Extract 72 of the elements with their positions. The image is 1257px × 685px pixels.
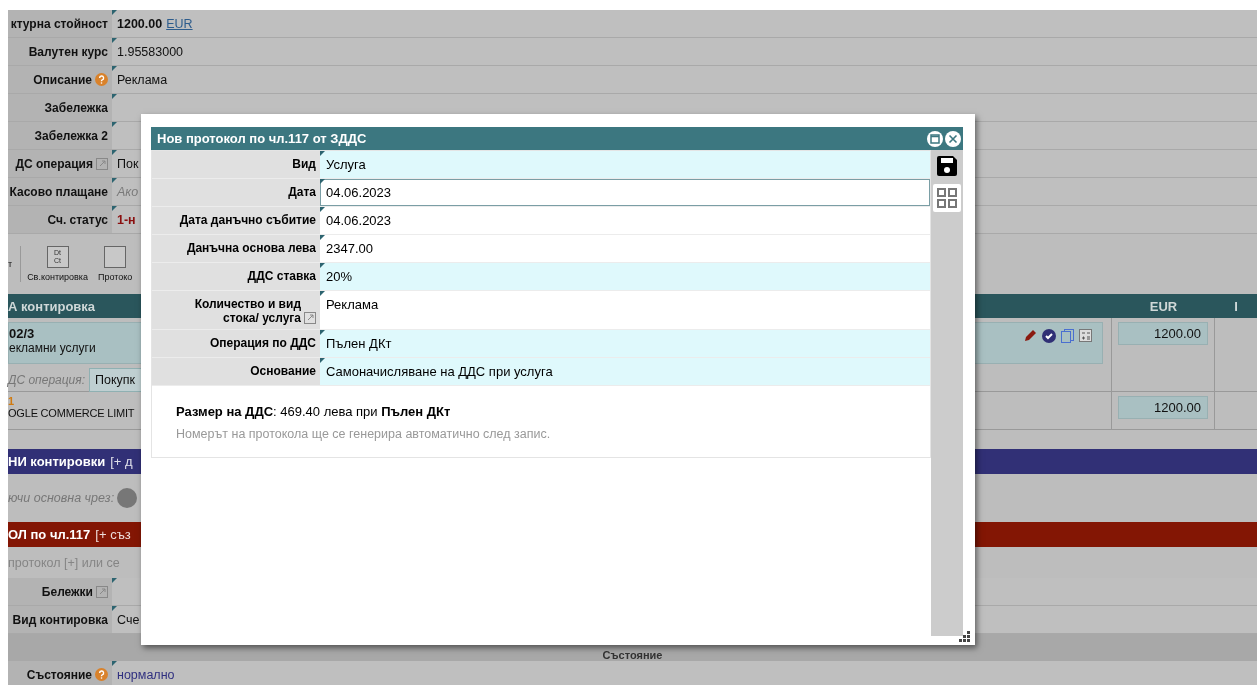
add-link[interactable]: [+ съз bbox=[95, 527, 131, 542]
amount-field[interactable]: 1200.00 bbox=[1118, 322, 1208, 345]
toolbar-button[interactable]: т bbox=[8, 259, 13, 269]
grid-icon[interactable] bbox=[933, 184, 961, 212]
field-label: Забележка bbox=[44, 100, 108, 115]
field-label: Вид контировка bbox=[12, 612, 108, 627]
amount-value: 1200.00 bbox=[117, 16, 163, 31]
copy-icon[interactable] bbox=[1061, 329, 1074, 343]
toolbar-button[interactable]: Протоко bbox=[98, 246, 133, 282]
select-field[interactable]: Пълен ДКт bbox=[320, 330, 930, 357]
field-label: Дата bbox=[288, 185, 316, 199]
account-code: 02/3 bbox=[9, 326, 35, 341]
maximize-icon[interactable] bbox=[927, 130, 943, 147]
field-label: ДС операция bbox=[15, 156, 93, 171]
field-label: ктурна стойност bbox=[10, 16, 108, 31]
document-icon bbox=[104, 246, 127, 268]
check-icon[interactable] bbox=[1042, 329, 1056, 343]
field-value: Реклама bbox=[117, 72, 168, 87]
section-title: ОЛ по чл.117 bbox=[8, 527, 91, 542]
partner-name: OGLE COMMERCE LIMIT bbox=[8, 407, 135, 419]
field-label: Количество и вид стока/ услуга bbox=[193, 297, 301, 325]
select-field[interactable]: 20% bbox=[320, 263, 930, 290]
column-header: I bbox=[1234, 298, 1238, 314]
operation-label: ДС операция: bbox=[8, 373, 86, 387]
field-label: Забележка 2 bbox=[34, 128, 108, 143]
section-heading: Състояние bbox=[602, 649, 663, 661]
field-value: 1.95583000 bbox=[117, 44, 184, 59]
help-icon[interactable] bbox=[95, 73, 108, 86]
input-field[interactable]: 04.06.2023 bbox=[320, 179, 930, 206]
partner-number: 1 bbox=[8, 395, 14, 407]
field-label: Операция по ДДС bbox=[209, 336, 316, 350]
currency-link[interactable]: EUR bbox=[166, 16, 193, 31]
field-label: Основание bbox=[250, 364, 316, 378]
state-link[interactable]: нормално bbox=[117, 667, 175, 682]
column-header: EUR bbox=[1149, 298, 1178, 314]
field-label: Дата данъчно събитие bbox=[179, 213, 316, 227]
status-value: 1-н bbox=[117, 212, 136, 227]
field-label: Валутен курс bbox=[28, 44, 108, 59]
column-header: А контировка bbox=[8, 298, 96, 314]
pencil-icon[interactable] bbox=[1023, 329, 1037, 343]
section-title: НИ контировки bbox=[8, 454, 106, 469]
field-label: ДДС ставка bbox=[247, 269, 316, 283]
field-label: Касово плащане bbox=[9, 184, 108, 199]
close-icon[interactable] bbox=[945, 130, 961, 147]
note-text: Номерът на протокола ще се генерира автоматично след запис. bbox=[176, 427, 552, 441]
field-placeholder: Ако bbox=[117, 184, 139, 199]
select-field[interactable]: Самоначисляване на ДДС при услуга bbox=[320, 358, 930, 385]
dialog-title: Нов протокол по чл.117 от ЗДДС bbox=[157, 131, 368, 146]
external-link-icon[interactable] bbox=[96, 585, 108, 598]
account-name: екламни услуги bbox=[9, 341, 96, 355]
round-button[interactable] bbox=[117, 488, 138, 508]
operation-select[interactable]: Покупк bbox=[89, 368, 143, 392]
resize-grip-icon[interactable] bbox=[957, 630, 971, 644]
vat-summary: Размер на ДДС: 469.40 лева при Пълен ДКт bbox=[176, 404, 452, 419]
save-icon[interactable] bbox=[935, 154, 959, 178]
field-label: Вид bbox=[292, 157, 316, 171]
field-label: Бележки bbox=[41, 584, 93, 599]
calculator-icon[interactable] bbox=[1079, 329, 1092, 342]
hint-text: протокол [+] или се bbox=[8, 555, 120, 570]
field-label: Сч. статус bbox=[47, 212, 108, 227]
field-label: Описание bbox=[33, 72, 92, 87]
external-link-icon[interactable] bbox=[304, 312, 316, 324]
amount-field[interactable]: 1200.00 bbox=[1118, 396, 1208, 419]
field-value: Пок bbox=[117, 156, 139, 171]
field-value: Сче bbox=[117, 612, 140, 627]
select-field[interactable]: Услуга bbox=[320, 151, 930, 178]
help-icon[interactable] bbox=[95, 668, 108, 681]
hint-text: ючи основна чрез: bbox=[8, 491, 115, 505]
field-label: Състояние bbox=[26, 667, 92, 682]
add-link[interactable]: [+ д bbox=[110, 454, 133, 469]
external-link-icon[interactable] bbox=[96, 157, 108, 170]
field-label: Данъчна основа лева bbox=[186, 241, 316, 255]
